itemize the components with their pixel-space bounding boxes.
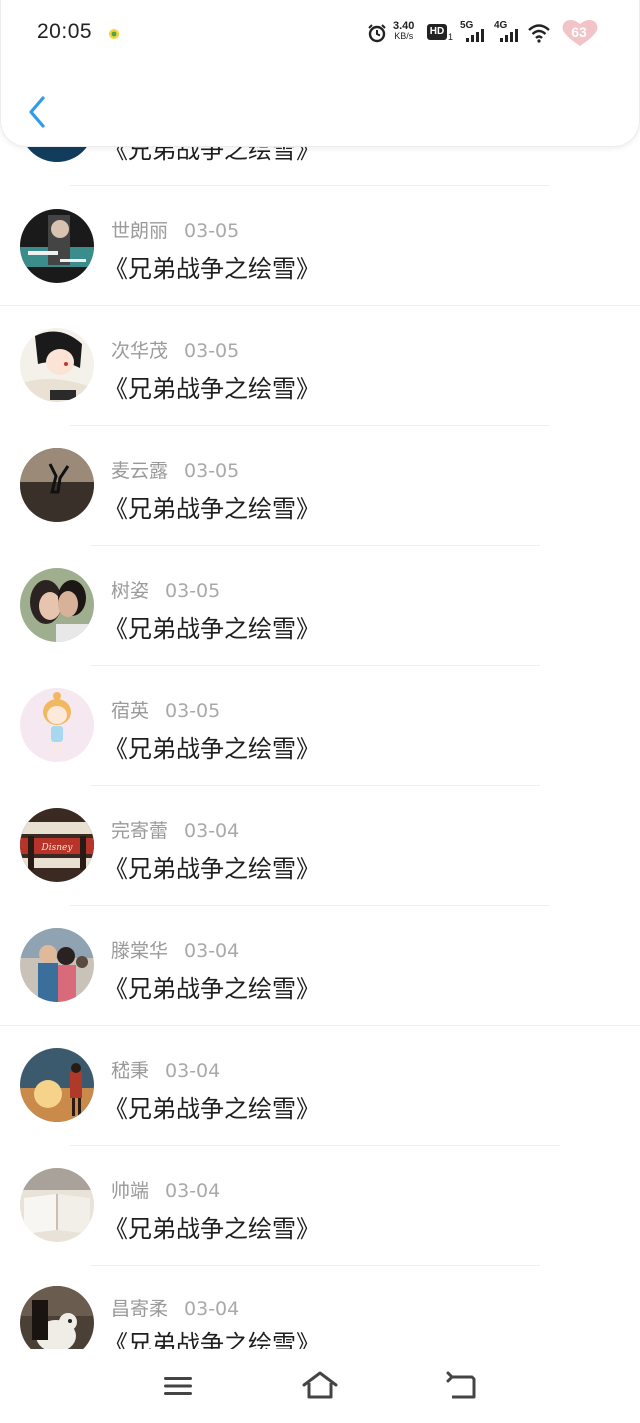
user-name[interactable]: 次华茂 [111, 340, 168, 362]
user-name[interactable]: 昌寄柔 [111, 1298, 168, 1320]
chevron-left-icon[interactable] [23, 94, 51, 130]
alarm-icon [368, 24, 386, 43]
comment-date: 03-05 [165, 580, 221, 602]
comment-date: 03-05 [184, 460, 240, 482]
avatar[interactable] [20, 928, 94, 1002]
user-name[interactable]: 帅端 [111, 1180, 149, 1202]
avatar[interactable]: Disney [20, 808, 94, 882]
list-item[interactable]: 世朗丽 03-05 《兄弟战争之绘雪》 [0, 186, 640, 306]
user-name[interactable]: 滕棠华 [111, 940, 168, 962]
hd-sub: 1 [448, 32, 454, 42]
header: 20:05 3.40 KB/s HD 1 5G 4G 63 [0, 0, 640, 147]
comment-date: 03-05 [184, 220, 240, 242]
user-name[interactable]: 宿英 [111, 700, 149, 722]
battery-icon: 63 [561, 18, 599, 48]
avatar[interactable] [20, 328, 94, 402]
list-item[interactable]: 嵇秉 03-04 《兄弟战争之绘雪》 [0, 1026, 640, 1146]
user-name[interactable]: 完寄蕾 [111, 820, 168, 842]
return-icon[interactable] [442, 1369, 482, 1403]
comment-meta: 完寄蕾 03-04 [111, 816, 239, 843]
hd-label: HD [429, 26, 445, 37]
wifi-icon [528, 24, 550, 43]
list-item[interactable]: 麦云露 03-05 《兄弟战争之绘雪》 [0, 426, 640, 546]
comment-meta: 嵇秉 03-04 [111, 1056, 220, 1083]
comment-date: 03-04 [165, 1180, 221, 1202]
comment-meta: 滕棠华 03-04 [111, 936, 239, 963]
comment-date: 03-04 [184, 940, 240, 962]
svg-text:Disney: Disney [41, 843, 74, 853]
comment-meta: 帅端 03-04 [111, 1176, 220, 1203]
avatar[interactable] [20, 688, 94, 762]
list-item[interactable]: 树姿 03-05 《兄弟战争之绘雪》 [0, 546, 640, 666]
comment-text: 《兄弟战争之绘雪》 [104, 855, 320, 883]
comment-meta: 麦云露 03-05 [111, 456, 239, 483]
comment-text: 《兄弟战争之绘雪》 [104, 1095, 320, 1123]
home-icon[interactable] [300, 1369, 340, 1403]
notification-icon [109, 29, 119, 39]
net-speed-value: 3.40 [393, 20, 415, 32]
user-name[interactable]: 麦云露 [111, 460, 168, 482]
avatar[interactable] [20, 568, 94, 642]
menu-icon[interactable] [158, 1369, 198, 1403]
comment-date: 03-04 [184, 820, 240, 842]
comment-meta: 次华茂 03-05 [111, 336, 239, 363]
list-item[interactable]: 次华茂 03-05 《兄弟战争之绘雪》 [0, 306, 640, 426]
net-speed-unit: KB/s [394, 31, 414, 41]
comment-meta: 宿英 03-05 [111, 696, 220, 723]
comment-date: 03-05 [184, 340, 240, 362]
status-icons: 3.40 KB/s HD 1 5G 4G 63 [367, 18, 599, 48]
comment-text: 《兄弟战争之绘雪》 [104, 975, 320, 1003]
avatar[interactable] [20, 448, 94, 522]
comment-text: 《兄弟战争之绘雪》 [104, 735, 320, 763]
comment-date: 03-04 [184, 1298, 240, 1320]
hd-icon: HD [427, 24, 447, 40]
avatar[interactable] [20, 1168, 94, 1242]
net-speed: 3.40 KB/s [393, 20, 415, 42]
battery-level: 63 [571, 24, 587, 40]
user-name[interactable]: 世朗丽 [111, 220, 168, 242]
comment-text: 《兄弟战争之绘雪》 [104, 255, 320, 283]
signal-5g-icon: 5G [460, 20, 488, 44]
comment-meta: 昌寄柔 03-04 [111, 1294, 239, 1321]
status-time: 20:05 [37, 20, 93, 43]
comment-date: 03-04 [165, 1060, 221, 1082]
list-item[interactable]: Disney 完寄蕾 03-04 《兄弟战争之绘雪》 [0, 786, 640, 906]
comment-text: 《兄弟战争之绘雪》 [104, 615, 320, 643]
avatar[interactable] [20, 1048, 94, 1122]
user-name[interactable]: 树姿 [111, 580, 149, 602]
signal-4g-icon: 4G [494, 20, 522, 44]
user-name[interactable]: 嵇秉 [111, 1060, 149, 1082]
list-item[interactable]: 帅端 03-04 《兄弟战争之绘雪》 [0, 1146, 640, 1266]
comment-meta: 世朗丽 03-05 [111, 216, 239, 243]
comment-meta: 树姿 03-05 [111, 576, 220, 603]
list-item[interactable]: 宿英 03-05 《兄弟战争之绘雪》 [0, 666, 640, 786]
navigation-bar [0, 1349, 640, 1423]
comment-text: 《兄弟战争之绘雪》 [104, 495, 320, 523]
comment-date: 03-05 [165, 700, 221, 722]
avatar[interactable] [20, 209, 94, 283]
comment-text: 《兄弟战争之绘雪》 [104, 375, 320, 403]
list-item[interactable]: 滕棠华 03-04 《兄弟战争之绘雪》 [0, 906, 640, 1026]
comment-text: 《兄弟战争之绘雪》 [104, 1215, 320, 1243]
